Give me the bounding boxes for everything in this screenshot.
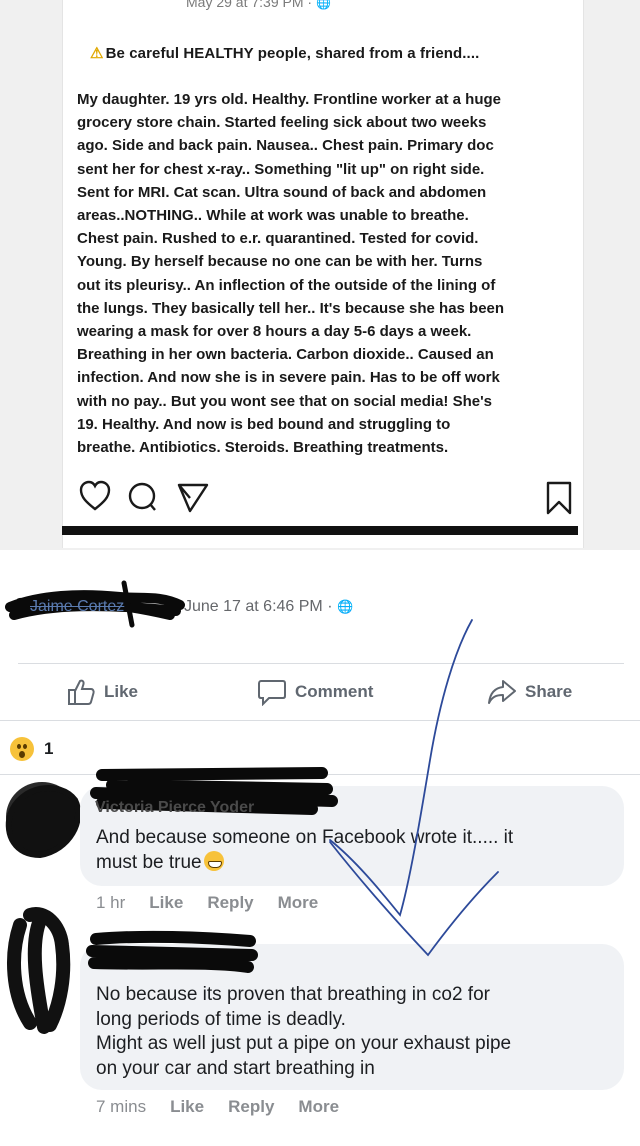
body-line: sent her for chest x-ray.. Something "li…: [77, 160, 485, 178]
comment-line: long periods of time is deadly.: [96, 1008, 346, 1030]
screenshot-timestamp-text: May 29 at 7:39 PM ·: [186, 0, 313, 10]
body-line: with no pay.. But you wont see that on s…: [77, 392, 493, 410]
screenshot-title-text: Be careful HEALTHY people, shared from a…: [105, 45, 480, 62]
screenshot-home-bar: [62, 526, 578, 535]
comment-author[interactable]: Victoria Pierce Yoder: [95, 799, 254, 817]
avatar-scribble: [5, 785, 82, 859]
like-label: Like: [104, 682, 139, 701]
comment-line: on your car and start breathing in: [96, 1057, 375, 1079]
like-button[interactable]: Like: [66, 676, 138, 708]
body-line: Breathing in her own bacteria. Carbon di…: [77, 346, 494, 364]
comment-line-text: must be true: [96, 851, 202, 873]
reaction-count: 1: [44, 739, 54, 758]
body-line: breathe. Antibiotics. Steroids. Breathin…: [77, 439, 449, 457]
divider: [18, 663, 624, 664]
heart-icon: [79, 480, 111, 511]
screenshot-image: May 29 at 7:39 PM · 🌐 ⚠ Be careful HEALTH…: [0, 0, 640, 550]
body-line: grocery store chain. Started feeling sic…: [77, 114, 487, 132]
share-timestamp[interactable]: June 17 at 6:46 PM · 🌐: [184, 598, 353, 616]
share-label: Share: [525, 682, 573, 701]
globe-icon: 🌐: [336, 599, 354, 614]
comment-meta: 7 mins Like Reply More: [96, 1097, 363, 1117]
reaction-summary[interactable]: 1: [10, 734, 53, 764]
comment-like-link[interactable]: Like: [170, 1097, 204, 1117]
comment-button[interactable]: Comment: [257, 676, 373, 708]
screenshot-title: ⚠ Be careful HEALTHY people, shared from …: [90, 44, 479, 62]
comment-line: And because someone on Facebook wrote it…: [96, 827, 514, 848]
comment-more-link[interactable]: More: [298, 1097, 339, 1117]
body-line: 19. Healthy. And now is bed bound and st…: [77, 415, 451, 433]
comment-reply-link[interactable]: Reply: [228, 1097, 274, 1117]
body-line: wearing a mask for over 8 hours a day 5-…: [77, 323, 472, 341]
wow-reaction-icon: [10, 737, 34, 761]
body-line: infection. And now she is in severe pain…: [77, 369, 500, 387]
comment-meta: 1 hr Like Reply More: [96, 893, 342, 913]
avatar-scribble: [7, 907, 71, 1034]
screenshot-timestamp: May 29 at 7:39 PM · 🌐: [186, 0, 331, 10]
comment-more-link[interactable]: More: [278, 893, 319, 913]
divider: [0, 720, 640, 721]
body-line: ago. Side and back pain. Nausea.. Chest …: [77, 137, 494, 155]
body-line: Young. By herself because no one can be …: [77, 253, 483, 271]
body-line: out its pleurisy.. An inflection of the …: [77, 276, 496, 294]
send-icon: [177, 483, 209, 513]
comment-line: No because its proven that breathing in …: [96, 984, 490, 1005]
share-time-text: June 17 at 6:46 PM ·: [184, 598, 333, 615]
comment-line: Might as well just put a pipe on your ex…: [96, 1033, 512, 1054]
share-button[interactable]: Share: [487, 676, 572, 708]
comment-icon: [128, 482, 156, 511]
comment-reply-link[interactable]: Reply: [207, 893, 253, 913]
bookmark-icon: [546, 481, 572, 515]
comment-time[interactable]: 1 hr: [96, 893, 125, 913]
comment-like-link[interactable]: Like: [149, 893, 183, 913]
comment-time[interactable]: 7 mins: [96, 1097, 146, 1117]
body-line: areas..NOTHING.. While at work was unabl…: [77, 207, 469, 225]
grimace-emoji-icon: [203, 850, 224, 871]
comment-line: must be true: [96, 850, 513, 876]
globe-icon: 🌐: [315, 0, 331, 10]
comment-text: And because someone on Facebook wrote it…: [96, 826, 513, 875]
body-line: Chest pain. Rushed to e.r. quarantined. …: [77, 230, 479, 248]
body-line: the lungs. They basically tell her.. It'…: [77, 299, 505, 317]
screenshot-actions: [64, 480, 576, 520]
comment-bubble-icon: [258, 680, 286, 706]
body-line: My daughter. 19 yrs old. Healthy. Frontl…: [77, 91, 501, 108]
thumbs-up-icon: [68, 679, 95, 705]
body-line: Sent for MRI. Cat scan. Ultra sound of b…: [77, 183, 487, 201]
comment-text: No because its proven that breathing in …: [96, 983, 511, 1081]
screenshot-body: My daughter. 19 yrs old. Healthy. Frontl…: [77, 88, 582, 459]
sharer-name[interactable]: Jaime Cortez: [30, 598, 124, 616]
share-arrow-icon: [488, 680, 516, 704]
name-redaction-scribble: [86, 930, 258, 973]
comment-label: Comment: [295, 682, 374, 701]
warning-icon: ⚠: [90, 45, 104, 62]
